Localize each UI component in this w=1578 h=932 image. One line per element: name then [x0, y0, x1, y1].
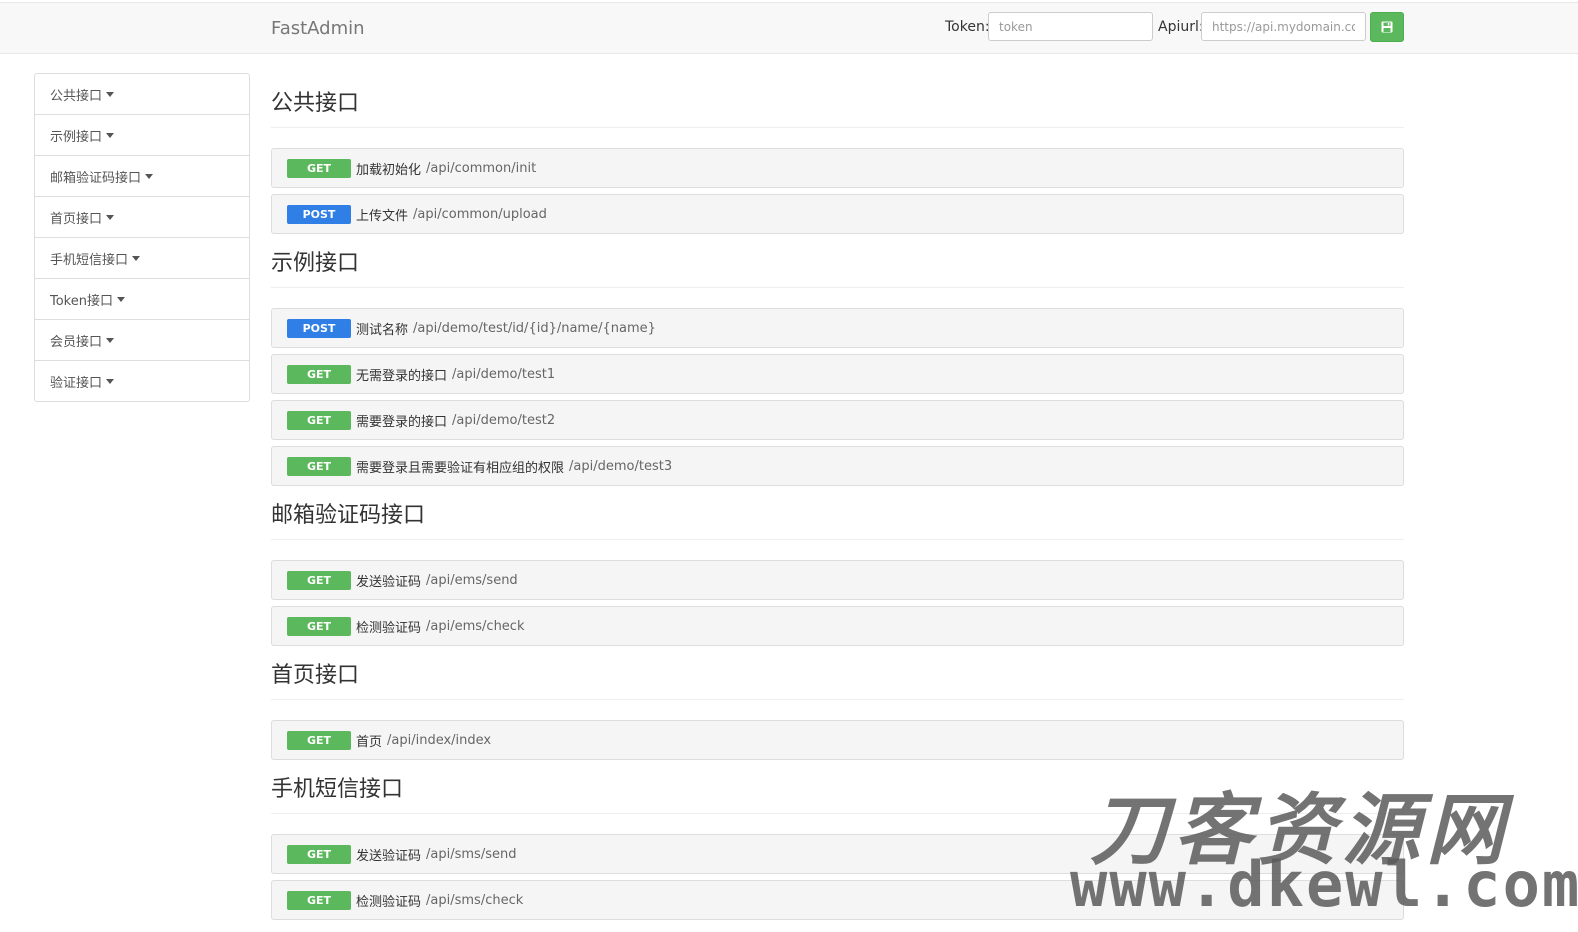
- api-row[interactable]: POST 上传文件/api/common/upload: [271, 194, 1404, 234]
- method-badge: GET: [287, 158, 351, 178]
- method-badge: GET: [287, 364, 351, 384]
- api-row[interactable]: GET 无需登录的接口/api/demo/test1: [271, 354, 1404, 394]
- sidebar-item-label: 验证接口: [50, 375, 103, 391]
- sidebar-item-label: Token接口: [50, 293, 113, 309]
- method-badge: GET: [287, 570, 351, 590]
- caret-down-icon: [106, 132, 115, 138]
- api-row[interactable]: GET 检测验证码/api/ems/check: [271, 606, 1404, 646]
- section-title: 邮箱验证码接口: [271, 498, 1404, 540]
- method-badge: GET: [287, 730, 351, 750]
- api-list: GET 首页/api/index/index: [271, 720, 1404, 760]
- sidebar-item-label: 首页接口: [50, 211, 103, 227]
- save-button[interactable]: [1370, 12, 1404, 42]
- sidebar-item[interactable]: Token接口: [35, 279, 249, 320]
- api-path: /api/ems/check: [426, 618, 525, 634]
- method-badge: GET: [287, 616, 351, 636]
- api-row[interactable]: GET 需要登录的接口/api/demo/test2: [271, 400, 1404, 440]
- top-navbar: FastAdmin Token: Apiurl:: [0, 2, 1578, 54]
- method-badge: POST: [287, 204, 351, 224]
- api-row[interactable]: GET 首页/api/index/index: [271, 720, 1404, 760]
- section-title: 手机短信接口: [271, 772, 1404, 814]
- section-title: 首页接口: [271, 658, 1404, 700]
- apiurl-label: Apiurl:: [1158, 19, 1204, 35]
- sidebar-item[interactable]: 验证接口: [35, 361, 249, 401]
- api-title: 需要登录的接口: [356, 414, 448, 430]
- sidebar-item-label: 示例接口: [50, 129, 103, 145]
- method-badge: GET: [287, 890, 351, 910]
- api-path: /api/demo/test1: [452, 366, 556, 382]
- api-path: /api/sms/check: [426, 892, 524, 908]
- caret-down-icon: [106, 91, 115, 97]
- caret-down-icon: [106, 378, 115, 384]
- api-content: 公共接口 GET 加载初始化/api/common/init POST 上传文件/api…: [271, 86, 1404, 932]
- api-list: GET 发送验证码/api/sms/send GET 检测验证码/api/sms/ch…: [271, 834, 1404, 920]
- api-title: 加载初始化: [356, 162, 422, 178]
- api-title: 发送验证码: [356, 848, 422, 864]
- api-path: /api/demo/test/id/{id}/name/{name}: [413, 320, 656, 336]
- caret-down-icon: [106, 337, 115, 343]
- caret-down-icon: [132, 255, 141, 261]
- save-icon: [1381, 21, 1393, 33]
- api-path: /api/demo/test2: [452, 412, 556, 428]
- sidebar-item[interactable]: 会员接口: [35, 320, 249, 361]
- caret-down-icon: [117, 296, 125, 302]
- api-title: 需要登录且需要验证有相应组的权限: [356, 460, 565, 476]
- api-path: /api/ems/send: [426, 572, 518, 588]
- api-title: 无需登录的接口: [356, 368, 448, 384]
- caret-down-icon: [145, 173, 154, 179]
- api-title: 首页: [356, 734, 383, 750]
- api-title: 发送验证码: [356, 574, 422, 590]
- api-row[interactable]: GET 需要登录且需要验证有相应组的权限/api/demo/test3: [271, 446, 1404, 486]
- apiurl-input[interactable]: [1201, 12, 1366, 41]
- api-row[interactable]: GET 发送验证码/api/sms/send: [271, 834, 1404, 874]
- sidebar-item[interactable]: 手机短信接口: [35, 238, 249, 279]
- token-input[interactable]: [988, 12, 1153, 41]
- sidebar-item[interactable]: 首页接口: [35, 197, 249, 238]
- api-list: GET 加载初始化/api/common/init POST 上传文件/api/com…: [271, 148, 1404, 234]
- method-badge: GET: [287, 844, 351, 864]
- api-path: /api/common/upload: [413, 206, 547, 222]
- api-title: 测试名称: [356, 322, 409, 338]
- api-row[interactable]: POST 测试名称/api/demo/test/id/{id}/name/{nam…: [271, 308, 1404, 348]
- api-path: /api/index/index: [387, 732, 492, 748]
- sidebar-item-label: 会员接口: [50, 334, 103, 350]
- api-list: GET 发送验证码/api/ems/send GET 检测验证码/api/ems/ch…: [271, 560, 1404, 646]
- caret-down-icon: [106, 214, 115, 220]
- method-badge: GET: [287, 410, 351, 430]
- api-path: /api/demo/test3: [569, 458, 673, 474]
- api-row[interactable]: GET 检测验证码/api/sms/check: [271, 880, 1404, 920]
- api-row[interactable]: GET 加载初始化/api/common/init: [271, 148, 1404, 188]
- method-badge: GET: [287, 456, 351, 476]
- sidebar-item-label: 手机短信接口: [50, 252, 129, 268]
- brand-title[interactable]: FastAdmin: [271, 18, 365, 39]
- sidebar-item-label: 邮箱验证码接口: [50, 170, 142, 186]
- api-title: 检测验证码: [356, 620, 422, 636]
- sidebar-item[interactable]: 示例接口: [35, 115, 249, 156]
- api-path: /api/common/init: [426, 160, 537, 176]
- method-badge: POST: [287, 318, 351, 338]
- api-row[interactable]: GET 发送验证码/api/ems/send: [271, 560, 1404, 600]
- api-title: 上传文件: [356, 208, 409, 224]
- token-label: Token:: [945, 19, 990, 35]
- api-title: 检测验证码: [356, 894, 422, 910]
- section-title: 公共接口: [271, 86, 1404, 128]
- sidebar-nav: 公共接口示例接口邮箱验证码接口 首页接口手机短信接口 Token接口 会员接口验证接口: [34, 73, 250, 402]
- sidebar-item-label: 公共接口: [50, 88, 103, 104]
- api-path: /api/sms/send: [426, 846, 517, 862]
- sidebar-item[interactable]: 邮箱验证码接口: [35, 156, 249, 197]
- section-title: 示例接口: [271, 246, 1404, 288]
- sidebar-item[interactable]: 公共接口: [35, 74, 249, 115]
- api-list: POST 测试名称/api/demo/test/id/{id}/name/{nam…: [271, 308, 1404, 486]
